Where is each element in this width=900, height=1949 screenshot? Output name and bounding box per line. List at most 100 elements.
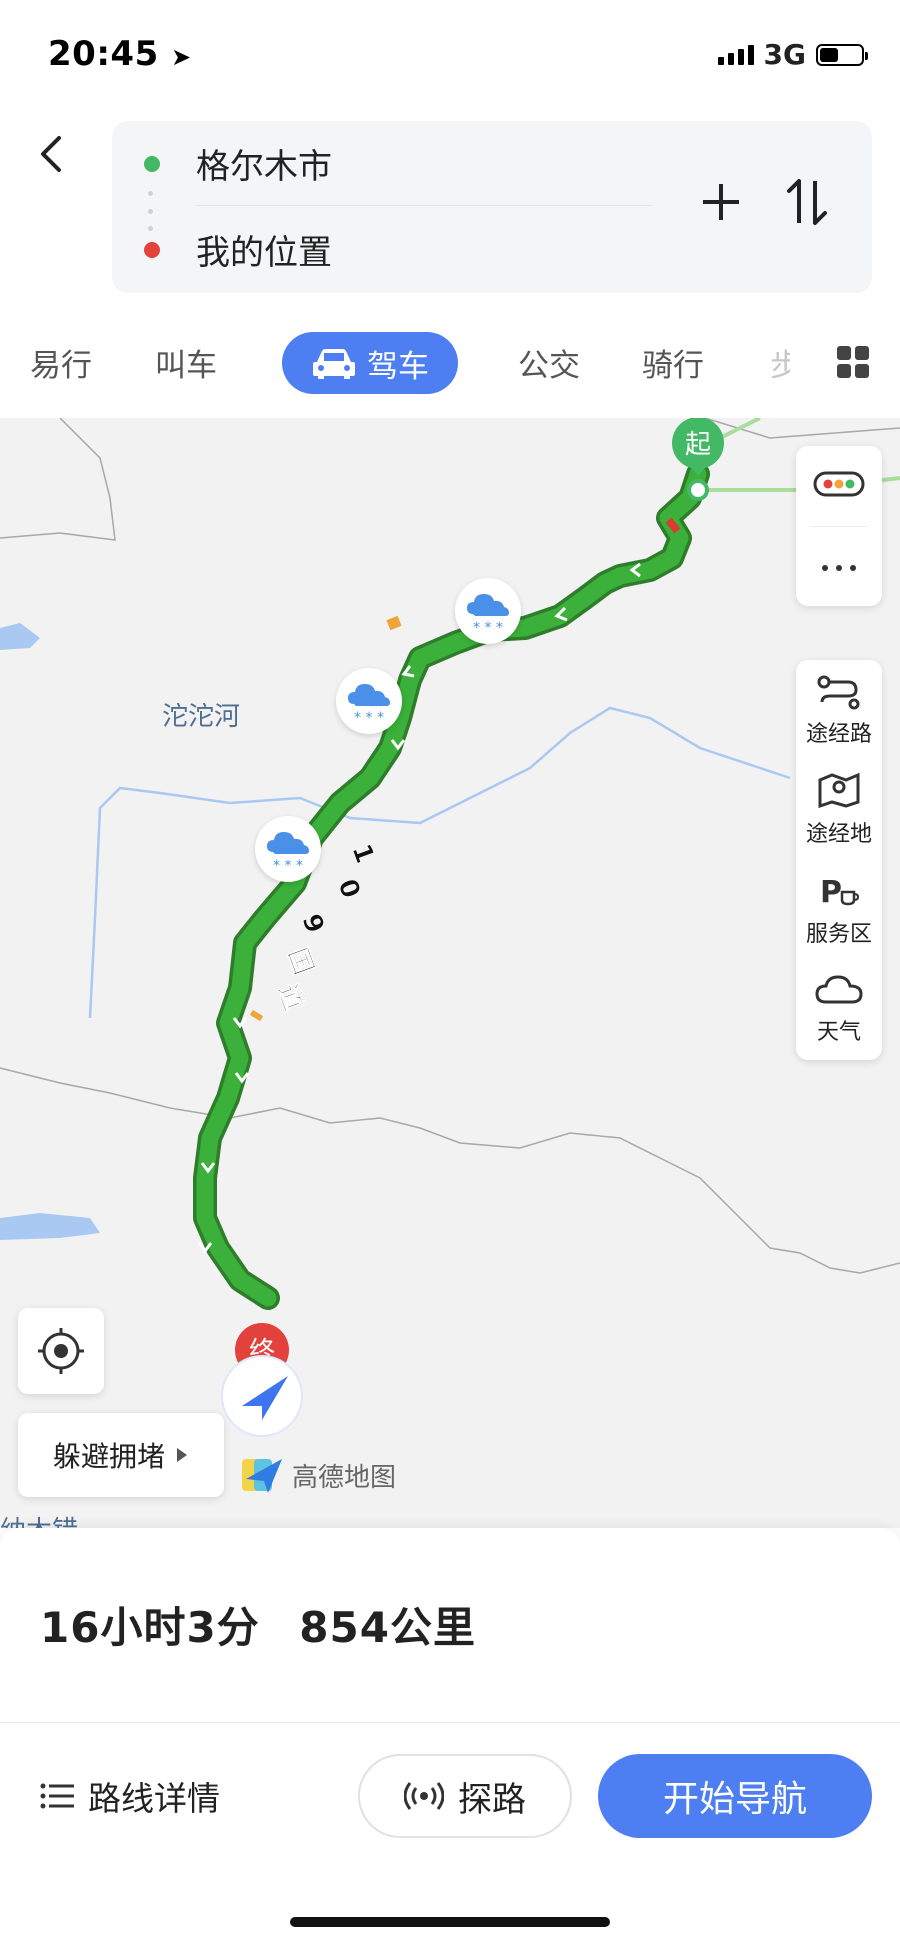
- route-waypoint-icon: [817, 675, 860, 710]
- weather-snow-icon[interactable]: * * *: [455, 578, 521, 644]
- traffic-light-icon: [813, 471, 865, 497]
- more-tools-button[interactable]: [796, 530, 882, 606]
- broadcast-icon: [404, 1782, 444, 1810]
- crosshair-icon: [38, 1328, 84, 1374]
- waypoint-place-button[interactable]: 途经地: [796, 760, 882, 860]
- explore-road-button[interactable]: 探路: [358, 1754, 572, 1838]
- more-modes-button[interactable]: [836, 345, 870, 379]
- tab-transit[interactable]: 公交: [518, 340, 580, 385]
- start-navigation-label: 开始导航: [662, 1779, 807, 1820]
- road-label-char: 9: [295, 910, 329, 937]
- route-input-card: 格尔木市 我的位置: [112, 121, 872, 293]
- congestion-segment: [665, 517, 681, 534]
- tab-bike[interactable]: 骑行: [642, 340, 704, 385]
- card-divider: [196, 205, 652, 206]
- lake-shape: [0, 623, 40, 650]
- snow-cloud-icon: * * *: [267, 832, 309, 874]
- signal-bars-icon: [717, 44, 754, 65]
- route-summary: 16小时3分 854公里: [40, 1594, 476, 1655]
- destination-field[interactable]: 我的位置: [196, 225, 332, 274]
- avoid-congestion-label: 躲避拥堵: [52, 1440, 165, 1473]
- road-label-char: 道: [271, 980, 309, 1015]
- route-connector: [148, 191, 154, 231]
- destination-dot-icon: [144, 242, 160, 258]
- waypoint-road-button[interactable]: 途经路: [796, 660, 882, 760]
- place-label: 纳木错: [0, 1510, 78, 1528]
- car-icon: [313, 349, 355, 379]
- service-area-label: 服务区: [805, 922, 872, 947]
- traffic-toggle-button[interactable]: [796, 446, 882, 522]
- list-icon: [40, 1783, 74, 1809]
- svg-text:P: P: [820, 875, 842, 908]
- congestion-segment: [386, 615, 402, 631]
- status-indicators: 3G: [717, 38, 868, 71]
- service-area-icon: P: [820, 875, 860, 908]
- weather-snow-icon[interactable]: * * *: [336, 668, 402, 734]
- route-outline: [193, 462, 710, 1310]
- grid-icon: [837, 346, 869, 378]
- back-button[interactable]: [32, 134, 72, 174]
- home-indicator: [290, 1917, 610, 1927]
- congestion-segment: [249, 1009, 264, 1022]
- start-marker: 起: [672, 418, 724, 501]
- start-navigation-button[interactable]: 开始导航: [598, 1754, 872, 1838]
- route-tools-panel: 途经路 途经地 P 服务区 天气: [796, 660, 882, 1060]
- amap-logo-icon: [242, 1459, 282, 1493]
- map-pin-icon: [818, 772, 860, 808]
- road-label-char: 1: [345, 840, 379, 867]
- snow-cloud-icon: * * *: [348, 684, 390, 726]
- snow-cloud-icon: * * *: [467, 594, 509, 636]
- brand-name: 高德地图: [292, 1462, 397, 1493]
- weather-snow-icon[interactable]: * * *: [255, 816, 321, 882]
- tab-easy[interactable]: 易行: [30, 340, 92, 385]
- sheet-divider: [0, 1722, 900, 1723]
- distance-text: 854公里: [299, 1603, 476, 1652]
- current-location-marker: [221, 1355, 303, 1437]
- status-time: 20:45 ➤: [48, 34, 192, 74]
- map-tools-panel: [796, 446, 882, 606]
- add-waypoint-button[interactable]: [696, 177, 746, 227]
- svg-text:* * *: * * *: [273, 858, 303, 874]
- time-text: 20:45: [48, 34, 159, 74]
- locate-button[interactable]: [18, 1308, 104, 1394]
- swap-route-button[interactable]: [782, 175, 832, 229]
- location-arrow-icon: ➤: [171, 43, 192, 71]
- tab-taxi[interactable]: 叫车: [155, 340, 217, 385]
- explore-road-label: 探路: [458, 1779, 526, 1820]
- duration-text: 16小时3分: [40, 1603, 260, 1652]
- chevron-left-icon: [41, 136, 61, 172]
- map-canvas: 1 0 9 国 道 起 终: [0, 418, 900, 1437]
- place-label: 沱沱河: [162, 702, 241, 732]
- waypoint-place-label: 途经地: [805, 822, 872, 847]
- cloud-icon: [815, 975, 863, 1004]
- panel-divider: [810, 526, 868, 527]
- weather-button[interactable]: 天气: [796, 960, 882, 1060]
- weather-label: 天气: [816, 1020, 861, 1045]
- origin-dot-icon: [144, 156, 160, 172]
- tab-drive-label: 驾车: [367, 348, 429, 385]
- play-arrow-icon: [177, 1448, 187, 1462]
- route-summary-sheet: [0, 1528, 900, 1949]
- service-area-button[interactable]: P 服务区: [796, 860, 882, 960]
- boundary-line: [704, 418, 900, 439]
- swap-arrows-icon: [787, 179, 827, 225]
- boundary-line: [0, 1067, 900, 1274]
- start-marker-label: 起: [685, 430, 711, 460]
- map-view[interactable]: 1 0 9 国 道 起 终 沱沱河 纳木错 * * *: [0, 418, 900, 1528]
- river-line: [88, 706, 791, 1019]
- tab-walk[interactable]: 步: [770, 340, 790, 385]
- boundary-line: [0, 418, 116, 541]
- svg-text:* * *: * * *: [354, 710, 384, 726]
- road-label-char: 0: [331, 875, 365, 902]
- road-label-char: 国: [281, 944, 318, 979]
- avoid-congestion-button[interactable]: 躲避拥堵: [18, 1413, 224, 1497]
- more-dots-icon: [822, 565, 856, 571]
- route-details-label: 路线详情: [88, 1779, 220, 1818]
- plus-icon: [703, 184, 739, 220]
- route-details-button[interactable]: 路线详情: [40, 1772, 220, 1820]
- tab-drive[interactable]: 驾车: [282, 332, 458, 394]
- brand-logo: 高德地图: [240, 1453, 396, 1497]
- origin-field[interactable]: 格尔木市: [196, 139, 332, 188]
- waypoint-road-label: 途经路: [805, 722, 872, 747]
- lake-shape: [0, 1213, 100, 1240]
